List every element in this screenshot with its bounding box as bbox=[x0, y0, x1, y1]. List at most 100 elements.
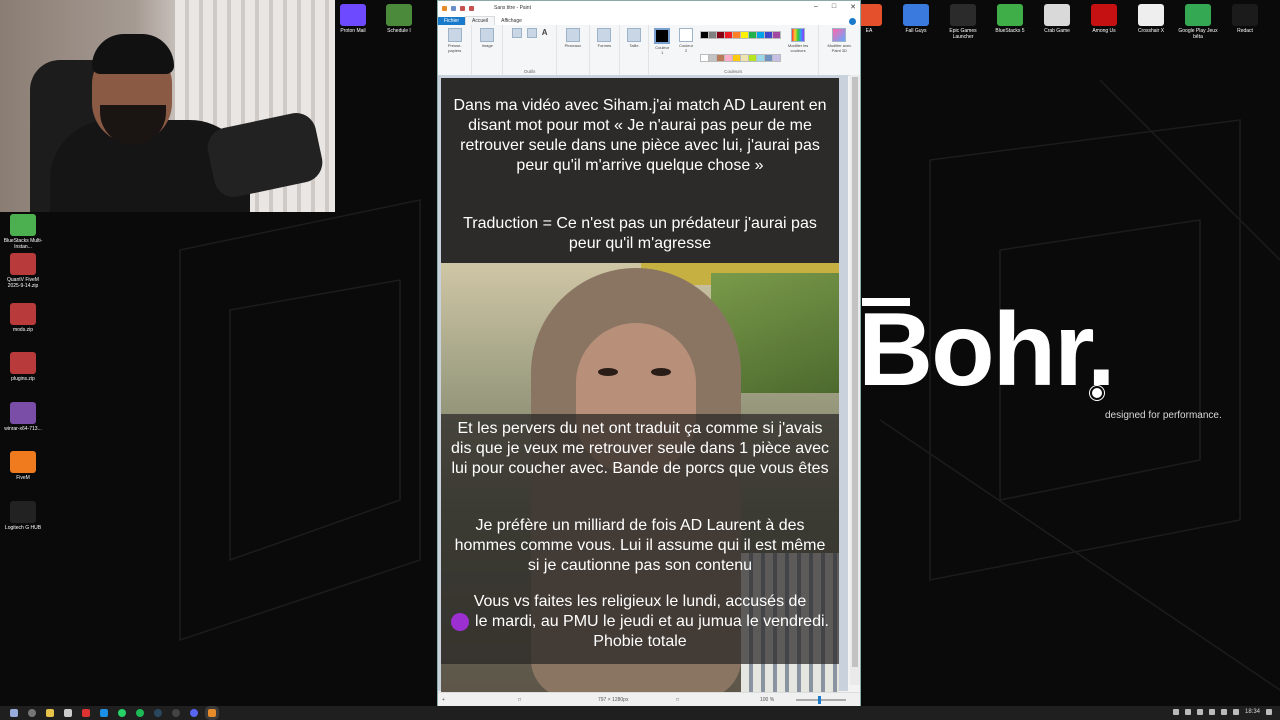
search-icon[interactable] bbox=[28, 709, 36, 717]
taskbar: 18:34 bbox=[0, 706, 1280, 720]
tray-app-icon[interactable] bbox=[1208, 709, 1215, 715]
selection-icon: □ bbox=[518, 697, 522, 703]
group-couleurs: Couleur 1 Couleur 2 Modifier les couleur… bbox=[649, 25, 819, 75]
color-2-button[interactable]: Couleur 2 bbox=[678, 28, 695, 75]
fill-icon bbox=[526, 28, 537, 38]
redo-icon[interactable] bbox=[469, 5, 474, 11]
save-icon[interactable] bbox=[451, 5, 456, 11]
volume-icon[interactable] bbox=[1232, 709, 1239, 715]
brushes-button[interactable]: Pinceaux bbox=[565, 28, 581, 48]
google-play-games-icon bbox=[1185, 4, 1211, 26]
color-1-button[interactable]: Couleur 1 bbox=[654, 28, 671, 75]
steam-icon[interactable] bbox=[154, 709, 162, 717]
vivaldi-icon[interactable] bbox=[82, 709, 90, 717]
desktop-icon-bluestacks-multi[interactable]: BlueStacks Multi-Instan... bbox=[0, 214, 46, 250]
browser-icon[interactable] bbox=[100, 709, 108, 717]
fivem-icon bbox=[10, 451, 36, 473]
minimize-button[interactable]: – bbox=[814, 3, 818, 11]
tray-app-icon[interactable] bbox=[1196, 709, 1203, 715]
desktop-icon-epic-games[interactable]: Epic Games Launcher bbox=[940, 4, 986, 40]
caption-paragraph-5: Vous vs faites les religieux le lundi, a… bbox=[451, 592, 829, 652]
file-size-icon: □ bbox=[676, 697, 680, 703]
vertical-scrollbar[interactable] bbox=[850, 75, 860, 685]
canvas-dimensions: 797 × 1280px bbox=[598, 697, 629, 703]
epic-games-icon bbox=[950, 4, 976, 26]
notifications-icon[interactable] bbox=[1266, 709, 1272, 715]
canvas-area[interactable]: Dans ma vidéo avec Siham.j'ai match AD L… bbox=[438, 75, 848, 692]
desktop-icon-redact[interactable]: Redact bbox=[1222, 4, 1268, 34]
group-taille: Taille bbox=[620, 25, 649, 75]
tab-affichage[interactable]: Affichage bbox=[495, 17, 528, 25]
file-explorer-icon[interactable] bbox=[46, 709, 54, 717]
wallpaper-tagline: designed for performance. bbox=[1105, 410, 1222, 421]
desktop-icon-mods-zip[interactable]: mods.zip bbox=[0, 303, 46, 333]
help-icon[interactable] bbox=[849, 18, 856, 25]
palette-swatch[interactable] bbox=[771, 53, 781, 62]
brush-icon bbox=[565, 28, 580, 42]
spotify-icon[interactable] bbox=[136, 709, 144, 717]
whatsapp-icon[interactable] bbox=[118, 709, 126, 717]
desktop-icon-crab-game[interactable]: Crab Game bbox=[1034, 4, 1080, 34]
tab-accueil[interactable]: Accueil bbox=[465, 16, 496, 25]
edit-colors-button[interactable]: Modifier les couleurs bbox=[784, 28, 813, 75]
paint-titlebar[interactable]: Sans titre - Paint – □ ✕ bbox=[438, 1, 860, 15]
caption-paragraph-3: Et les pervers du net ont traduit ça com… bbox=[451, 420, 829, 477]
paint-canvas[interactable]: Dans ma vidéo avec Siham.j'ai match AD L… bbox=[441, 78, 839, 692]
paste-button[interactable]: Presse-papiers bbox=[443, 28, 466, 53]
among-us-icon bbox=[1091, 4, 1117, 26]
tray-app-icon[interactable] bbox=[1184, 709, 1191, 715]
proton-mail-icon bbox=[340, 4, 366, 26]
desktop-icon-crosshair-x[interactable]: Crosshair X bbox=[1128, 4, 1174, 34]
network-icon[interactable] bbox=[1220, 709, 1227, 715]
fall-guys-icon bbox=[903, 4, 929, 26]
desktop-icon-bluestacks-5[interactable]: BlueStacks 5 bbox=[987, 4, 1033, 34]
size-button[interactable]: Taille bbox=[626, 28, 641, 48]
desktop-icon-fivem[interactable]: FiveM bbox=[0, 451, 46, 481]
image-button[interactable]: Image bbox=[480, 28, 495, 48]
wallpaper-brand: Bohr. bbox=[858, 292, 1116, 408]
window-title: Sans titre - Paint bbox=[494, 5, 531, 11]
scrollbar-thumb[interactable] bbox=[852, 77, 858, 667]
desktop-icon-quantv-zip[interactable]: QuantV FiveM 2025-9-14.zip bbox=[0, 253, 46, 289]
tab-fichier[interactable]: Fichier bbox=[438, 17, 466, 25]
clock[interactable]: 18:34 bbox=[1245, 709, 1260, 715]
discord-icon[interactable] bbox=[190, 709, 198, 717]
paint-3d-button[interactable]: Modifier avec Paint 3D bbox=[824, 28, 855, 53]
paint-app-icon bbox=[442, 5, 447, 11]
desktop-icon-fall-guys[interactable]: Fall Guys bbox=[893, 4, 939, 34]
text-tool[interactable]: A bbox=[542, 28, 548, 37]
taskbar-app-icon[interactable] bbox=[64, 709, 72, 717]
zoom-slider-thumb[interactable] bbox=[818, 696, 821, 704]
desktop-icon-among-us[interactable]: Among Us bbox=[1081, 4, 1127, 34]
desktop-icon-logitech-ghub[interactable]: Logitech G HUB bbox=[0, 501, 46, 531]
bluestacks-multi-icon bbox=[10, 214, 36, 236]
fill-tool[interactable] bbox=[526, 28, 537, 39]
caption-paragraph-5-line-1: Vous vs faites les religieux le lundi, a… bbox=[473, 593, 807, 610]
color-1-swatch bbox=[654, 28, 671, 44]
desktop: BlueStacks Multi-Instan... QuantV FiveM … bbox=[0, 0, 1280, 706]
paint-window[interactable]: Sans titre - Paint – □ ✕ Fichier Accueil… bbox=[437, 0, 861, 706]
close-button[interactable]: ✕ bbox=[850, 3, 856, 11]
pencil-tool[interactable] bbox=[511, 28, 522, 39]
mouse-cursor-icon bbox=[1090, 386, 1104, 400]
obs-icon[interactable] bbox=[172, 709, 180, 717]
undo-icon[interactable] bbox=[460, 5, 465, 11]
shapes-button[interactable]: Formes bbox=[597, 28, 612, 48]
chevron-up-icon[interactable] bbox=[1172, 709, 1179, 715]
desktop-icon-winrar-installer[interactable]: winrar-x64-713... bbox=[0, 402, 46, 432]
palette-swatch[interactable] bbox=[771, 31, 781, 39]
desktop-icon-proton-mail[interactable]: Proton Mail bbox=[330, 4, 376, 34]
desktop-icon-plugins-zip[interactable]: plugins.zip bbox=[0, 352, 46, 382]
group-presse-papiers: Presse-papiers bbox=[438, 25, 473, 75]
system-tray: 18:34 bbox=[1172, 709, 1272, 715]
desktop-icon-schedule-1[interactable]: Schedule I bbox=[376, 4, 422, 34]
color-2-swatch bbox=[679, 28, 694, 42]
zoom-slider[interactable] bbox=[796, 696, 846, 704]
clipboard-icon bbox=[447, 28, 462, 42]
maximize-button[interactable]: □ bbox=[832, 3, 836, 11]
start-icon[interactable] bbox=[10, 709, 18, 717]
winrar-archive-icon bbox=[10, 253, 36, 275]
webcam-overlay bbox=[0, 0, 335, 212]
paint-taskbar-icon[interactable] bbox=[208, 709, 216, 717]
desktop-icon-google-play-games[interactable]: Google Play Jeux bêta bbox=[1175, 4, 1221, 40]
